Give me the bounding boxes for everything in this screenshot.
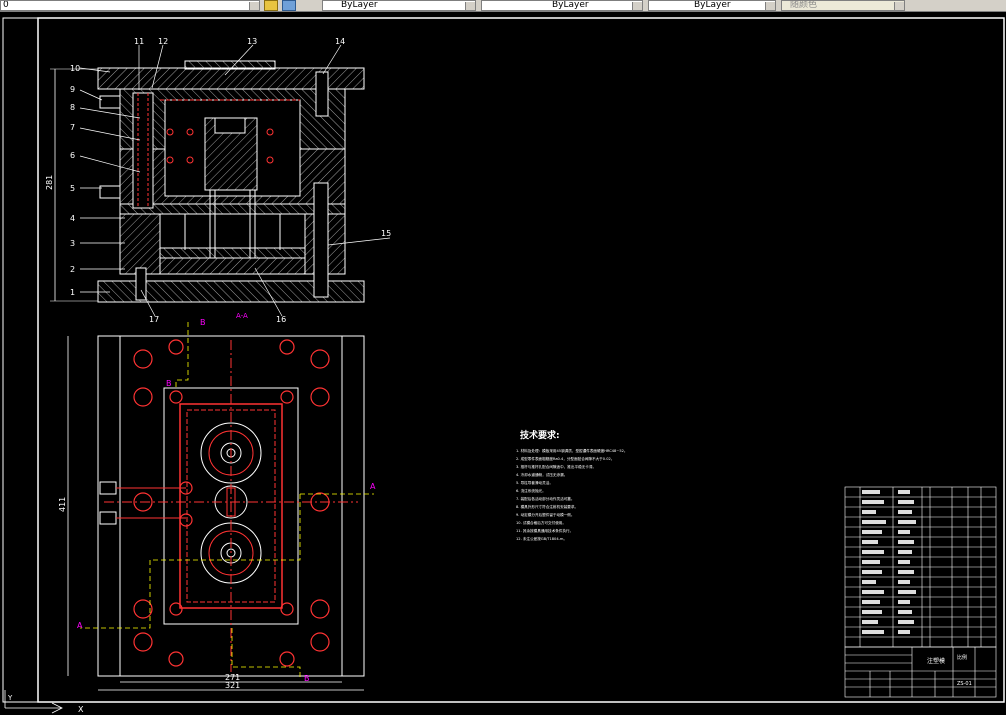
lineweight-dropdown[interactable]: ByLayer xyxy=(648,0,776,11)
callout-8: 8 xyxy=(70,103,75,112)
color-dropdown[interactable]: ByLayer xyxy=(322,0,476,11)
layer-states-icon[interactable] xyxy=(264,0,278,11)
plotstyle-dropdown-value: 随颜色 xyxy=(790,0,818,10)
linetype-dropdown[interactable]: ByLayer xyxy=(481,0,643,11)
title-block-drawing-title: 注塑模 xyxy=(927,657,945,665)
callout-9: 9 xyxy=(70,85,75,94)
tech-note-7: 7. 装配后各活动部分动作灵活可靠。 xyxy=(516,496,574,501)
chevron-down-icon[interactable] xyxy=(465,2,475,10)
tech-note-12: 12. 未注公差按GB/T1804-m。 xyxy=(516,536,567,541)
chevron-down-icon[interactable] xyxy=(632,2,642,10)
tech-note-8: 8. 模具外形尺寸符合注射机安装要求。 xyxy=(516,504,578,509)
chevron-down-icon[interactable] xyxy=(894,2,904,10)
tech-note-9: 9. 动定模分开后塑件留于动模一侧。 xyxy=(516,512,574,517)
chevron-down-icon[interactable] xyxy=(249,2,259,10)
dim-height-plan: 411 xyxy=(58,497,67,512)
plan-view: B B B A A 411 271 321 xyxy=(58,318,376,691)
section-label-b1: B xyxy=(200,318,206,327)
section-label-a2: A xyxy=(77,621,83,630)
callout-3: 3 xyxy=(70,239,75,248)
title-block-number: ZS-01 xyxy=(957,681,972,687)
tech-note-1: 1. 材料及处理：模板采用45钢调质，型腔镶件表面硬度HRC48~52。 xyxy=(516,448,628,453)
section-mark: A-A xyxy=(236,312,248,320)
section-view: 2 8 1 xyxy=(45,60,365,303)
plotstyle-dropdown[interactable]: 随颜色 xyxy=(781,0,905,11)
tech-note-11: 11. 其余按模具通用技术条件执行。 xyxy=(516,528,573,533)
callout-11: 11 xyxy=(134,37,144,46)
layer-previous-icon[interactable] xyxy=(282,0,296,11)
tech-note-4: 4. 冷却水道通畅，试压无渗漏。 xyxy=(516,472,567,477)
tech-note-6: 6. 浇注系统抛光。 xyxy=(516,488,546,493)
properties-toolbar: 0 ByLayer ByLayer ByLayer 随颜色 xyxy=(0,0,1006,12)
callout-15: 15 xyxy=(381,229,391,238)
callout-1: 1 xyxy=(70,288,75,297)
callout-16: 16 xyxy=(276,315,286,324)
lineweight-dropdown-value: ByLayer xyxy=(694,0,731,10)
color-dropdown-value: ByLayer xyxy=(341,0,378,10)
layer-dropdown[interactable]: 0 xyxy=(0,0,260,11)
callout-13: 13 xyxy=(247,37,257,46)
tech-notes: 技术要求: 1. 材料及处理：模板采用45钢调质，型腔镶件表面硬度HRC48~5… xyxy=(516,429,628,541)
tech-notes-title: 技术要求: xyxy=(520,429,560,441)
callout-7: 7 xyxy=(70,123,75,132)
dim-width-outer: 321 xyxy=(225,681,240,690)
title-block-scale-label: 比例 xyxy=(957,654,967,661)
tech-note-5: 5. 导柱导套滑动灵活。 xyxy=(516,480,553,485)
tech-note-10: 10. 试模合格后方可交付使用。 xyxy=(516,520,566,525)
title-block: 注塑模 比例 ZS-01 xyxy=(844,646,997,698)
callout-5: 5 xyxy=(70,184,75,193)
callout-6: 6 xyxy=(70,151,75,160)
section-label-a1: A xyxy=(370,482,376,491)
chevron-down-icon[interactable] xyxy=(765,2,775,10)
callout-2: 2 xyxy=(70,265,75,274)
parts-list xyxy=(844,486,997,648)
callout-10: 10 xyxy=(70,64,80,73)
dim-height-side: 281 xyxy=(45,175,54,190)
tech-note-2: 2. 成型零件表面粗糙度Ra0.4，分型面贴合间隙不大于0.02。 xyxy=(516,456,614,461)
layer-dropdown-value: 0 xyxy=(3,0,9,10)
ucs-y-label: Y xyxy=(7,694,13,702)
linetype-dropdown-value: ByLayer xyxy=(552,0,589,10)
callout-14: 14 xyxy=(335,37,345,46)
callout-12: 12 xyxy=(158,37,168,46)
drawing-canvas[interactable]: 281 1 2 3 4 5 6 7 8 9 10 11 12 13 14 15 … xyxy=(0,12,1006,715)
section-label-b2: B xyxy=(166,379,172,388)
callout-17: 17 xyxy=(149,315,159,324)
callout-4: 4 xyxy=(70,214,75,223)
tech-note-3: 3. 推杆与推杆孔配合间隙适中，推出平稳无卡滞。 xyxy=(516,464,596,469)
ucs-x-label: X xyxy=(78,705,84,714)
